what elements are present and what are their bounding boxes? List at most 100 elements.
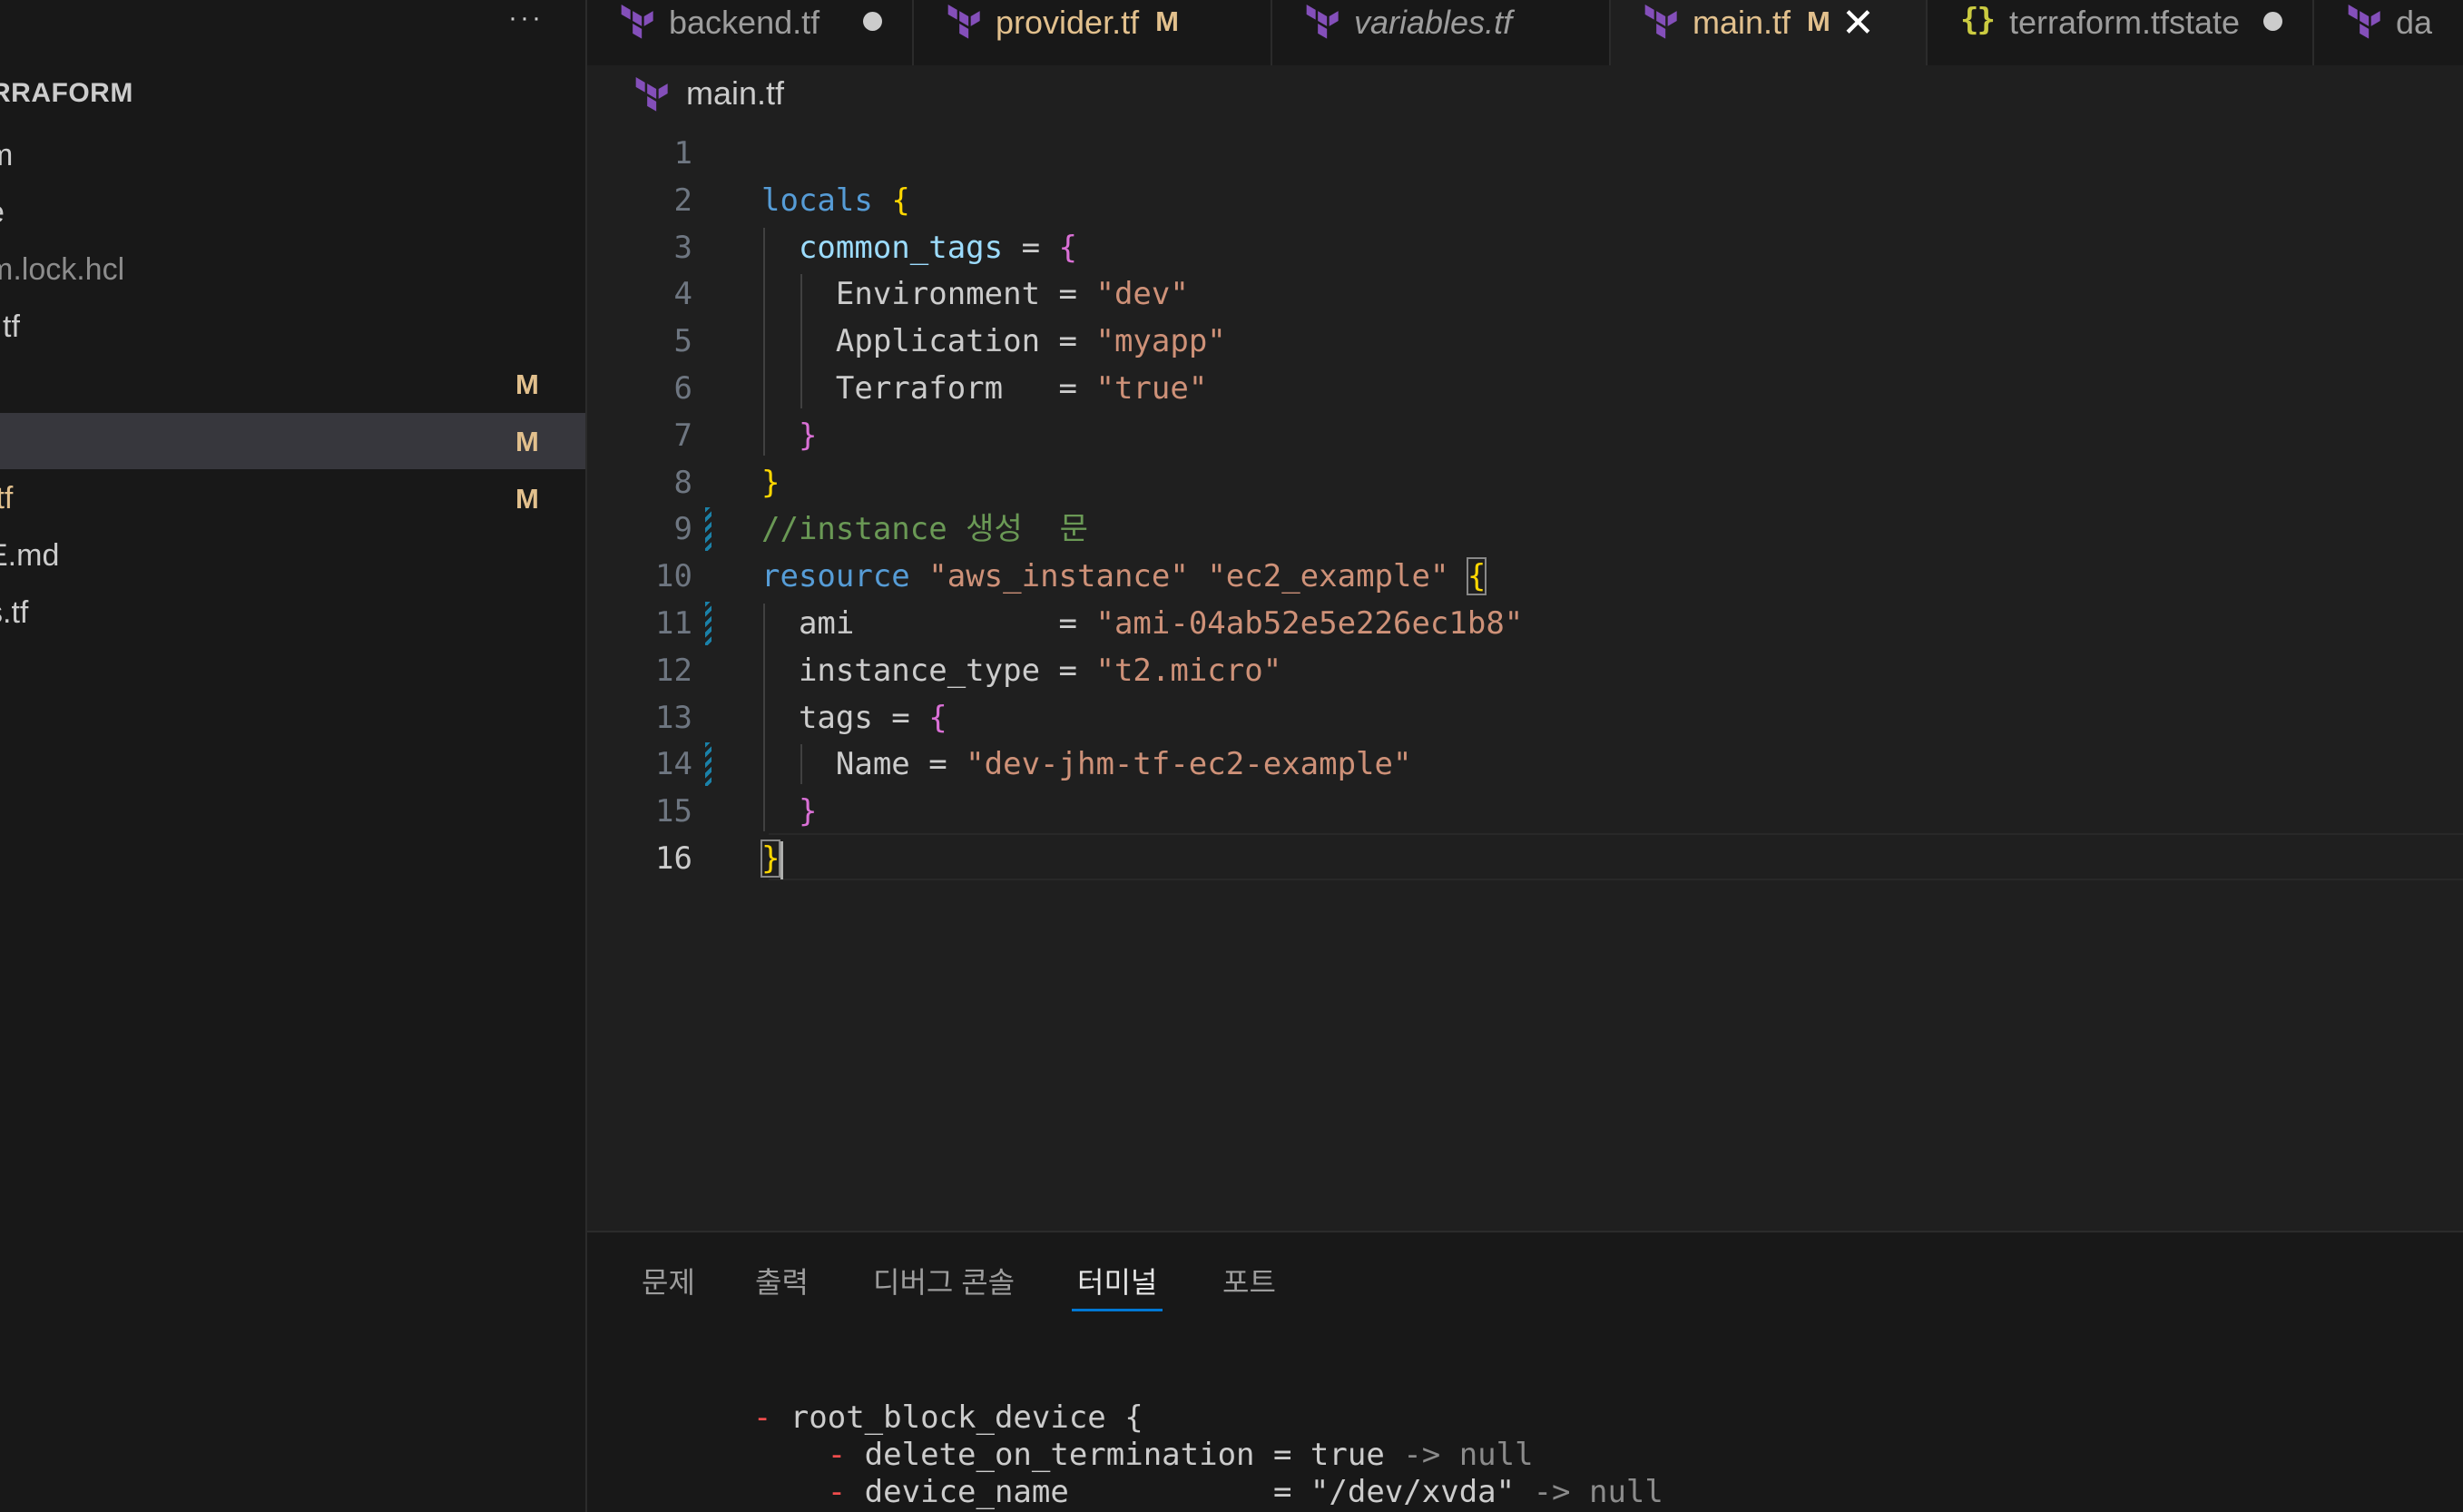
code-line[interactable]: 6 Terraform = "true" <box>587 365 2463 412</box>
code-line[interactable]: 5 Application = "myapp" <box>587 318 2463 365</box>
code-text: Application = "myapp" <box>761 318 1226 365</box>
code-text: resource "aws_instance" "ec2_example" { <box>761 553 1487 600</box>
tab-provider-tf[interactable]: provider.tf M <box>914 0 1272 65</box>
tab-terraform-tfstate[interactable]: {} terraform.tfstate <box>1928 0 2314 65</box>
panel-tab[interactable]: 포트 <box>1222 1260 1276 1301</box>
tab-variables-tf[interactable]: variables.tf <box>1272 0 1611 65</box>
active-tab-indicator <box>1072 1309 1163 1311</box>
code-token: tags = <box>761 699 929 736</box>
code-token: Application = <box>761 323 1096 360</box>
modified-badge: M <box>1807 5 1830 37</box>
code-line[interactable]: 13 tags = { <box>587 694 2463 741</box>
code-text: Terraform = "true" <box>761 365 1207 412</box>
tab-label: provider.tf <box>996 4 1140 41</box>
modified-badge: M <box>1155 5 1179 37</box>
panel-tab[interactable]: 출력 <box>755 1260 809 1301</box>
file-tree-item[interactable]: E.md <box>0 527 585 584</box>
code-line[interactable]: 7 } <box>587 412 2463 459</box>
code-token: } <box>798 793 818 830</box>
file-tree-item[interactable]: m.lock.hcl <box>0 241 585 298</box>
git-change-marker[interactable] <box>705 742 711 787</box>
file-tree-item[interactable]: .tf M <box>0 470 585 526</box>
code-line[interactable]: 9 //instance 생성 문 <box>587 506 2463 553</box>
file-tree-item-label: m <box>0 138 13 173</box>
explorer-section-title[interactable]: RRAFORM <box>0 78 133 109</box>
line-number: 16 <box>655 840 692 877</box>
unsaved-dot-icon[interactable] <box>863 12 882 31</box>
terminal-token: - <box>827 1474 865 1510</box>
tab-da[interactable]: da <box>2314 0 2463 65</box>
code-token: instance_type = <box>761 652 1096 689</box>
file-tree-item[interactable]: s.tf <box>0 584 585 641</box>
code-text: tags = { <box>761 694 947 741</box>
code-line[interactable]: 3 common_tags = { <box>587 224 2463 271</box>
file-tree-item[interactable]: m <box>0 127 585 183</box>
file-tree-item-label: l.tf <box>0 309 20 344</box>
code-line[interactable]: 4 Environment = "dev" <box>587 270 2463 318</box>
terminal-line: - delete_on_termination = true -> null <box>642 1437 1534 1473</box>
code-token: { <box>1058 229 1078 266</box>
line-number: 10 <box>655 558 692 595</box>
git-change-marker[interactable] <box>705 507 711 552</box>
panel-tab[interactable]: 디버그 콘솔 <box>873 1260 1015 1301</box>
code-text: instance_type = "t2.micro" <box>761 647 1281 694</box>
explorer-sidebar: ··· RRAFORM me m.lock.hcl l.tf MM .tfM E.md s.… <box>0 0 587 1512</box>
editor-tab-bar: backend.tf provider.tf Mvariables.tf main.t… <box>587 0 2463 66</box>
terraform-icon <box>2348 5 2380 39</box>
unsaved-dot-icon[interactable] <box>2263 12 2282 31</box>
file-tree-item-label: m.lock.hcl <box>0 252 125 287</box>
code-line[interactable]: 10 resource "aws_instance" "ec2_example" … <box>587 553 2463 600</box>
code-editor[interactable]: 1 2 locals {3 common_tags = {4 Environment… <box>587 125 2463 1231</box>
git-change-marker[interactable] <box>705 602 711 645</box>
tab-label: main.tf <box>1693 4 1791 41</box>
tab-label: variables.tf <box>1354 4 1513 41</box>
text-cursor <box>780 840 784 879</box>
code-line[interactable]: 16} <box>587 835 2463 882</box>
panel-tab[interactable]: 문제 <box>642 1260 695 1301</box>
code-token: } <box>798 417 818 454</box>
panel-tab[interactable]: 터미널 <box>1077 1260 1157 1301</box>
more-actions-icon[interactable]: ··· <box>508 0 545 40</box>
tab-label: da <box>2396 4 2433 41</box>
code-token: = <box>1003 229 1059 266</box>
code-line[interactable]: 8} <box>587 459 2463 506</box>
modified-badge: M <box>515 368 539 400</box>
code-token: Environment = <box>761 276 1096 313</box>
modified-badge: M <box>515 426 539 457</box>
code-token: Terraform = <box>761 370 1096 407</box>
code-line[interactable]: 11 ami = "ami-04ab52e5e226ec1b8" <box>587 600 2463 647</box>
code-token: { <box>891 182 910 219</box>
tab-main-tf[interactable]: main.tf M ✕ <box>1611 0 1928 65</box>
code-line[interactable]: 2 locals { <box>587 177 2463 224</box>
code-line[interactable]: 15 } <box>587 788 2463 835</box>
breadcrumb-file[interactable]: main.tf <box>686 74 784 113</box>
terraform-icon <box>947 5 980 39</box>
tab-label: terraform.tfstate <box>2009 4 2241 41</box>
code-line[interactable]: 12 instance_type = "t2.micro" <box>587 647 2463 694</box>
terraform-icon <box>1644 5 1677 39</box>
code-text: Environment = "dev" <box>761 270 1189 318</box>
file-tree-item-label: s.tf <box>0 595 29 630</box>
code-line[interactable]: 14 Name = "dev-jhm-tf-ec2-example" <box>587 741 2463 788</box>
tab-backend-tf[interactable]: backend.tf <box>587 0 914 65</box>
file-tree-item[interactable]: M <box>0 356 585 412</box>
code-token: "myapp" <box>1095 323 1226 360</box>
close-icon[interactable]: ✕ <box>1841 0 1875 46</box>
file-tree-item-label: E.md <box>0 538 60 573</box>
code-line[interactable]: 1 <box>587 130 2463 177</box>
code-token: "dev-jhm-tf-ec2-example" <box>966 746 1412 783</box>
code-token: resource <box>761 558 910 595</box>
code-text: locals { <box>761 177 910 224</box>
file-tree-item[interactable]: l.tf <box>0 299 585 355</box>
terminal-token: -> null <box>1533 1474 1663 1510</box>
code-token: "dev" <box>1095 276 1189 313</box>
code-token: //instance 생성 문 <box>761 511 1088 548</box>
file-tree-item[interactable]: e <box>0 184 585 241</box>
code-text: ami = "ami-04ab52e5e226ec1b8" <box>761 600 1523 647</box>
file-tree-item[interactable]: M <box>0 413 585 469</box>
code-text: //instance 생성 문 <box>761 506 1088 553</box>
terminal-token: -> null <box>1403 1437 1534 1473</box>
